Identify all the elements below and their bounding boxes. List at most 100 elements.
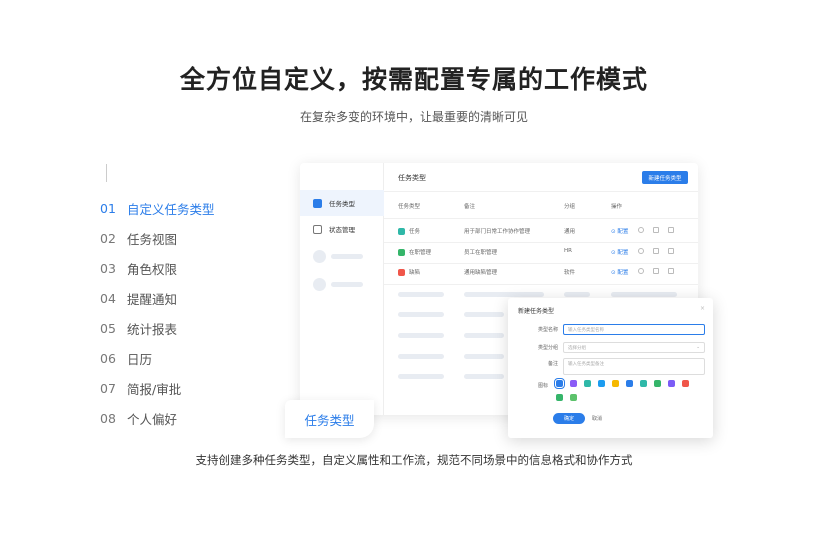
icon-option[interactable] bbox=[570, 380, 577, 387]
note-textarea[interactable]: 输入任务类型备注 bbox=[563, 358, 705, 375]
skeleton-bar bbox=[398, 292, 444, 297]
new-task-type-dialog: 新建任务类型 × 类型名称 输入任务类型名称 类型分组 选择分组 ⌄ 备注 输入任… bbox=[508, 298, 713, 438]
dialog-title: 新建任务类型 bbox=[518, 308, 555, 315]
configure-link[interactable]: ⊙ 配置 bbox=[611, 248, 628, 256]
skeleton-bar bbox=[398, 354, 444, 359]
skeleton-bar bbox=[464, 292, 544, 297]
row-note: 通用缺陷管理 bbox=[464, 270, 498, 276]
icon-option-selected[interactable] bbox=[554, 378, 565, 389]
feature-num: 06 bbox=[100, 350, 116, 366]
edit-icon[interactable] bbox=[653, 248, 659, 254]
type-name-input[interactable]: 输入任务类型名称 bbox=[563, 324, 705, 335]
icon-option[interactable] bbox=[626, 380, 633, 387]
table-row[interactable]: 在职管理 员工在职管理 HR ⊙ 配置 bbox=[398, 243, 690, 263]
feature-item-notification[interactable]: 04 提醒通知 bbox=[100, 283, 215, 313]
configure-link[interactable]: ⊙ 配置 bbox=[611, 268, 628, 276]
feature-item-brief-approval[interactable]: 07 简报/审批 bbox=[100, 373, 215, 403]
delete-icon[interactable] bbox=[668, 227, 674, 233]
feature-item-preferences[interactable]: 08 个人偏好 bbox=[100, 403, 215, 433]
column-header-type: 任务类型 bbox=[398, 204, 421, 210]
new-task-type-button[interactable]: 新建任务类型 bbox=[642, 171, 688, 184]
row-name: 在职管理 bbox=[409, 250, 432, 256]
cancel-button[interactable]: 取消 bbox=[592, 415, 602, 422]
type-group-select[interactable]: 选择分组 ⌄ bbox=[563, 342, 705, 353]
row-name: 任务 bbox=[409, 229, 421, 235]
skeleton-bar bbox=[611, 292, 677, 297]
icon-option[interactable] bbox=[640, 380, 647, 387]
configure-link[interactable]: ⊙ 配置 bbox=[611, 227, 628, 235]
feature-num: 02 bbox=[100, 230, 116, 246]
edit-icon[interactable] bbox=[653, 268, 659, 274]
icon-option[interactable] bbox=[556, 394, 563, 401]
skeleton-bar bbox=[398, 312, 444, 317]
sidebar-item-label: 任务类型 bbox=[329, 200, 355, 208]
skeleton-bar bbox=[464, 333, 504, 338]
field-label: 类型分组 bbox=[537, 345, 558, 351]
skeleton-bar bbox=[464, 354, 504, 359]
sidebar-item-label: 状态管理 bbox=[329, 226, 355, 234]
settings-icon[interactable] bbox=[638, 268, 644, 274]
column-header-note: 备注 bbox=[464, 204, 476, 210]
page-title: 全方位自定义，按需配置专属的工作模式 bbox=[179, 65, 648, 94]
feature-label: 个人偏好 bbox=[127, 411, 178, 427]
row-name: 缺陷 bbox=[409, 270, 421, 276]
skeleton-bar bbox=[398, 374, 444, 379]
skeleton-bar bbox=[331, 254, 363, 259]
feature-num: 05 bbox=[100, 320, 116, 336]
grid-icon bbox=[313, 224, 322, 234]
column-header-group: 分组 bbox=[564, 204, 576, 210]
page-subtitle: 在复杂多变的环境中，让最重要的清晰可见 bbox=[299, 110, 528, 124]
skeleton-bar bbox=[398, 333, 444, 338]
skeleton-bar bbox=[564, 292, 590, 297]
icon-option[interactable] bbox=[668, 380, 675, 387]
feature-list-divider bbox=[106, 164, 107, 182]
row-note: 员工在职管理 bbox=[464, 250, 498, 256]
feature-label: 自定义任务类型 bbox=[127, 201, 215, 217]
row-group: 软件 bbox=[564, 270, 576, 276]
feature-label: 日历 bbox=[127, 351, 153, 367]
row-group: 通用 bbox=[564, 229, 576, 235]
chevron-down-icon: ⌄ bbox=[696, 345, 700, 350]
table-row[interactable]: 缺陷 通用缺陷管理 软件 ⊙ 配置 bbox=[398, 263, 690, 283]
icon-option[interactable] bbox=[682, 380, 689, 387]
feature-num: 03 bbox=[100, 260, 116, 276]
icon-option[interactable] bbox=[584, 380, 591, 387]
icon-option[interactable] bbox=[598, 380, 605, 387]
delete-icon[interactable] bbox=[668, 248, 674, 254]
divider bbox=[384, 191, 698, 192]
task-icon bbox=[398, 228, 405, 235]
delete-icon[interactable] bbox=[668, 268, 674, 274]
settings-icon[interactable] bbox=[638, 227, 644, 233]
feature-item-role-permission[interactable]: 03 角色权限 bbox=[100, 253, 215, 283]
settings-icon[interactable] bbox=[638, 248, 644, 254]
icon-option[interactable] bbox=[654, 380, 661, 387]
feature-label: 统计报表 bbox=[127, 321, 178, 337]
bug-icon bbox=[398, 269, 405, 276]
section-badge: 任务类型 bbox=[285, 400, 374, 438]
sidebar-item-status[interactable]: 状态管理 bbox=[300, 216, 384, 242]
skeleton-avatar bbox=[313, 278, 326, 291]
row-note: 用于部门日常工作协作管理 bbox=[464, 229, 531, 235]
feature-item-calendar[interactable]: 06 日历 bbox=[100, 343, 215, 373]
field-label: 类型名称 bbox=[537, 327, 558, 333]
onboarding-icon bbox=[398, 249, 405, 256]
divider bbox=[384, 284, 698, 285]
skeleton-bar bbox=[331, 282, 363, 287]
feature-item-task-view[interactable]: 02 任务视图 bbox=[100, 223, 215, 253]
icon-label: 图标 bbox=[537, 383, 548, 389]
icon-option[interactable] bbox=[570, 394, 577, 401]
feature-item-reports[interactable]: 05 统计报表 bbox=[100, 313, 215, 343]
edit-icon[interactable] bbox=[653, 227, 659, 233]
feature-num: 08 bbox=[100, 410, 116, 426]
feature-num: 01 bbox=[100, 200, 116, 216]
table-row[interactable]: 任务 用于部门日常工作协作管理 通用 ⊙ 配置 bbox=[398, 222, 690, 242]
confirm-button[interactable]: 确定 bbox=[553, 413, 585, 424]
close-icon[interactable]: × bbox=[700, 305, 705, 312]
feature-item-custom-task-type[interactable]: 01 自定义任务类型 bbox=[100, 193, 215, 223]
feature-label: 简报/审批 bbox=[127, 381, 182, 397]
feature-list: 01 自定义任务类型 02 任务视图 03 角色权限 04 提醒通知 05 统计报表 06… bbox=[100, 193, 215, 433]
sidebar-item-task-type[interactable]: 任务类型 bbox=[300, 190, 384, 216]
column-header-action: 操作 bbox=[611, 204, 623, 210]
icon-option[interactable] bbox=[612, 380, 619, 387]
row-group: HR bbox=[564, 248, 572, 254]
